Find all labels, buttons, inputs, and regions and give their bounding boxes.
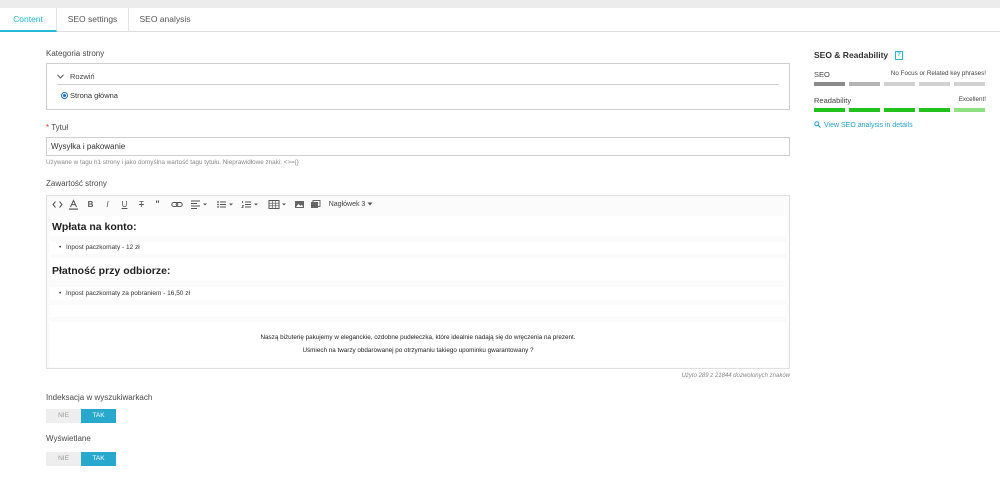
required-marker: * — [46, 123, 50, 132]
title-label: * Tytuł — [46, 123, 68, 132]
text-color-icon[interactable] — [68, 199, 79, 210]
link-icon[interactable] — [171, 199, 183, 210]
tab-seo-settings[interactable]: SEO settings — [57, 8, 129, 32]
bullet-list-icon[interactable] — [216, 199, 234, 210]
displayed-toggle[interactable]: NIE TAK — [46, 452, 116, 466]
underline-icon[interactable]: U — [120, 199, 129, 210]
image-icon[interactable] — [294, 199, 305, 210]
readability-bar-segment — [919, 108, 950, 112]
quote-icon[interactable]: " — [153, 199, 162, 210]
content-list-item-2: Inpost paczkomaty za pobraniem - 16,50 z… — [59, 290, 190, 297]
title-label-text: Tytuł — [51, 123, 69, 132]
readability-label: Readability — [814, 96, 852, 105]
category-label: Kategoria strony — [46, 49, 105, 58]
seo-panel-title: SEO & Readability — [814, 50, 889, 60]
readability-status: Excellent! — [958, 96, 986, 103]
editor-block — [50, 216, 786, 236]
top-strip — [0, 0, 1000, 8]
tab-seo-analysis[interactable]: SEO analysis — [129, 8, 201, 32]
search-icon — [814, 121, 821, 130]
seo-bar-segment — [849, 82, 880, 86]
displayed-off-option[interactable]: NIE — [46, 452, 81, 466]
view-seo-analysis-link[interactable]: View SEO analysis in details — [814, 121, 913, 130]
chevron-down-icon — [57, 71, 64, 84]
view-seo-analysis-label: View SEO analysis in details — [824, 122, 913, 129]
table-icon[interactable] — [268, 199, 287, 210]
readability-bar-segment — [884, 108, 915, 112]
category-tree: Rozwiń Strona główna — [46, 63, 790, 110]
title-input[interactable]: Wysyłka i pakowanie — [46, 137, 790, 156]
editor-block — [50, 242, 786, 254]
indexing-label: Indeksacja w wyszukiwarkach — [46, 393, 153, 402]
content-heading-1: Wpłata na konto: — [52, 221, 137, 233]
radio-selected-icon[interactable] — [61, 92, 68, 99]
category-expand-toggle[interactable]: Rozwiń — [57, 70, 779, 85]
category-node-label: Strona główna — [70, 91, 118, 100]
heading-format-value: Nagłówek 3 — [328, 201, 366, 208]
displayed-label: Wyświetlane — [46, 434, 91, 443]
readability-bar-segment — [954, 108, 985, 112]
title-help-text: Używane w tagu h1 strony i jako domyślna… — [46, 159, 299, 166]
seo-bar-segment — [919, 82, 950, 86]
seo-score-label: SEO — [814, 70, 830, 79]
numbered-list-icon[interactable] — [241, 199, 259, 210]
editor-block — [50, 305, 786, 317]
align-icon[interactable] — [190, 199, 208, 210]
seo-bar-segment — [884, 82, 915, 86]
readability-bar-segment — [849, 108, 880, 112]
displayed-on-option[interactable]: TAK — [81, 452, 116, 466]
heading-format-dropdown[interactable]: Nagłówek 3 — [328, 199, 374, 210]
indexing-off-option[interactable]: NIE — [46, 409, 81, 423]
tab-content[interactable]: Content — [0, 8, 57, 32]
category-expand-label: Rozwiń — [70, 72, 95, 81]
bold-icon[interactable]: B — [86, 199, 95, 210]
seo-score-status: No Focus or Related key phrases! — [890, 70, 986, 77]
italic-icon[interactable]: I — [103, 199, 112, 210]
seo-bar-segment — [954, 82, 985, 86]
content-list-item-1: Inpost paczkomaty - 12 zł — [59, 244, 140, 251]
indexing-on-option[interactable]: TAK — [81, 409, 116, 423]
help-icon[interactable]: ? — [895, 51, 903, 60]
strikethrough-icon[interactable]: T — [137, 199, 146, 210]
content-paragraph-2: Uśmiech na twarzy obdarowanej po otrzyma… — [302, 347, 534, 354]
code-icon[interactable] — [52, 199, 63, 210]
seo-bar-segment — [814, 82, 845, 86]
category-node-home[interactable]: Strona główna — [61, 90, 118, 102]
rich-text-editor: B I U T " Nagłówek 3 Wpłata na konto: • … — [46, 195, 790, 369]
indexing-toggle[interactable]: NIE TAK — [46, 409, 116, 423]
content-heading-2: Płatność przy odbiorze: — [52, 265, 171, 277]
tab-bar: Content SEO settings SEO analysis — [0, 8, 1000, 32]
editor-toolbar: B I U T " Nagłówek 3 — [47, 196, 789, 213]
content-label: Zawartość strony — [46, 179, 107, 188]
readability-bar-segment — [814, 108, 845, 112]
content-paragraph-1: Naszą biżuterię pakujemy w eleganckie, o… — [260, 334, 576, 341]
media-icon[interactable] — [310, 199, 321, 210]
character-counter: Użyto 289 z 21844 dozwolonych znaków — [681, 373, 790, 379]
